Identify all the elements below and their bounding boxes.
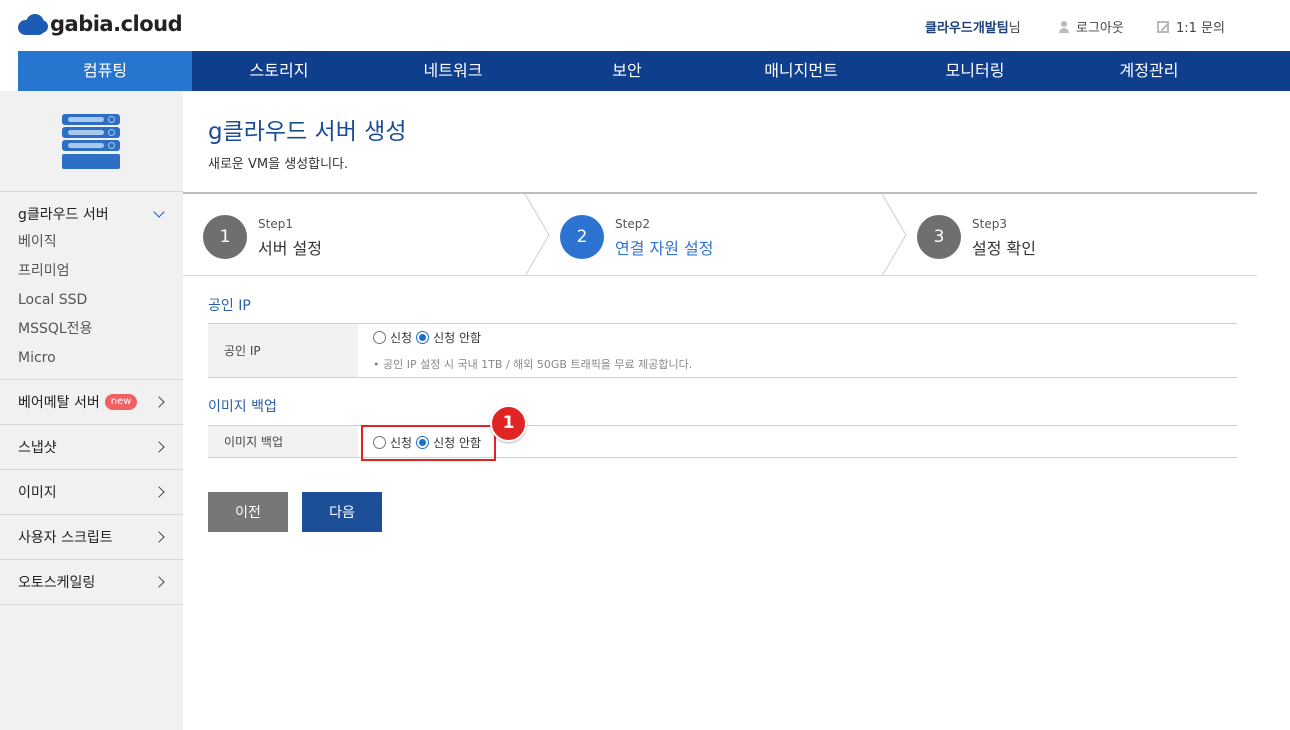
page-description: 새로운 VM을 생성합니다.	[208, 157, 349, 172]
sidebar-hero	[0, 91, 183, 192]
sidebar-head-label: 오토스케일링	[18, 575, 96, 591]
sidebar-head-label: 이미지	[18, 485, 57, 501]
sidebar-head-autoscaling[interactable]: 오토스케일링	[0, 560, 183, 604]
gabia-cloud-logo[interactable]: gabia.cloud	[18, 11, 183, 37]
public-ip-note: • 공인 IP 설정 시 국내 1TB / 해외 50GB 트래픽을 무료 제공…	[373, 358, 693, 371]
sidebar-item-basic[interactable]: 베이직	[18, 228, 183, 257]
chevron-down-icon	[153, 206, 165, 218]
sidebar-head-label-wrap: 베어메탈 서버 new	[18, 392, 138, 412]
page-title: g클라우드 서버 생성	[208, 119, 407, 145]
sidebar-item-mssql[interactable]: MSSQL전용	[18, 315, 183, 344]
sidebar-group-autoscaling: 오토스케일링	[0, 560, 183, 605]
sidebar-head-label: 베어메탈 서버	[18, 395, 100, 411]
sidebar-head-image[interactable]: 이미지	[0, 470, 183, 514]
logo-text: gabia.cloud	[50, 12, 183, 36]
sidebar-group-image: 이미지	[0, 470, 183, 515]
main-nav: 컴퓨팅 스토리지 네트워크 보안 매니지먼트 모니터링 계정관리	[18, 51, 1290, 91]
sidebar-item-local-ssd[interactable]: Local SSD	[18, 286, 183, 315]
annotation-highlight-box	[361, 425, 496, 461]
logout-link[interactable]: 로그아웃	[1058, 17, 1124, 36]
sidebar-group-gcloud-server: g클라우드 서버 베이직 프리미엄 Local SSD MSSQL전용 Micr…	[0, 192, 183, 380]
inquiry-label: 1:1 문의	[1176, 21, 1225, 36]
sidebar-head-label: 스냅샷	[18, 440, 57, 456]
sidebar-group-snapshot: 스냅샷	[0, 425, 183, 470]
server-icon	[62, 114, 120, 169]
next-button[interactable]: 다음	[302, 492, 382, 532]
section-title-public-ip: 공인 IP	[208, 298, 251, 314]
step-caption: Step1	[258, 217, 293, 231]
public-ip-row: 공인 IP 신청 신청 안함 • 공인 IP 설정 시 국내 1TB / 해외 …	[208, 323, 1237, 378]
user-name: 클라우드개발팀	[925, 21, 1009, 36]
step-caption: Step3	[972, 217, 1007, 231]
chevron-right-icon	[153, 486, 165, 498]
step-caption: Step2	[615, 217, 650, 231]
section-title-image-backup: 이미지 백업	[208, 399, 277, 415]
nav-account[interactable]: 계정관리	[1062, 51, 1236, 91]
radio-label: 신청	[390, 331, 413, 345]
sidebar-item-premium[interactable]: 프리미엄	[18, 257, 183, 286]
nav-management[interactable]: 매니지먼트	[714, 51, 888, 91]
annotation-marker: 1	[490, 405, 527, 442]
user-icon	[1058, 20, 1070, 33]
sidebar-head-snapshot[interactable]: 스냅샷	[0, 425, 183, 469]
stepper: 1 Step1 서버 설정 2 Step2 연결 자원 설정 3 Step3 설…	[183, 192, 1257, 276]
sidebar-head-label: g클라우드 서버	[18, 207, 109, 223]
inquiry-link[interactable]: 1:1 문의	[1157, 17, 1225, 36]
nav-network[interactable]: 네트워크	[366, 51, 540, 91]
logout-label: 로그아웃	[1076, 21, 1124, 36]
sidebar-group-user-script: 사용자 스크립트	[0, 515, 183, 560]
public-ip-cell: 신청 신청 안함 • 공인 IP 설정 시 국내 1TB / 해외 50GB 트…	[358, 324, 1237, 377]
step-label: 설정 확인	[972, 239, 1036, 258]
public-ip-radio-apply[interactable]	[373, 331, 386, 344]
image-backup-label: 이미지 백업	[208, 426, 358, 457]
sidebar-head-baremetal[interactable]: 베어메탈 서버 new	[0, 380, 183, 424]
chevron-right-icon	[153, 396, 165, 408]
sidebar-group-baremetal: 베어메탈 서버 new	[0, 380, 183, 425]
chevron-right-icon	[153, 576, 165, 588]
sidebar: g클라우드 서버 베이직 프리미엄 Local SSD MSSQL전용 Micr…	[0, 91, 183, 730]
public-ip-radio-group: 신청 신청 안함	[373, 329, 1237, 346]
step-1: 1 Step1 서버 설정	[183, 194, 523, 276]
new-badge: new	[104, 394, 138, 410]
nav-computing[interactable]: 컴퓨팅	[18, 51, 192, 91]
step-number: 2	[560, 215, 604, 259]
sidebar-head-user-script[interactable]: 사용자 스크립트	[0, 515, 183, 559]
step-label: 서버 설정	[258, 239, 322, 258]
sidebar-sublist: 베이직 프리미엄 Local SSD MSSQL전용 Micro	[0, 228, 183, 379]
edit-icon	[1157, 20, 1169, 33]
step-3: 3 Step3 설정 확인	[897, 194, 1237, 276]
step-number: 3	[917, 215, 961, 259]
sidebar-item-micro[interactable]: Micro	[18, 344, 183, 373]
prev-button[interactable]: 이전	[208, 492, 288, 532]
top-header: gabia.cloud 클라우드개발팀 님 로그아웃 1:1 문의	[0, 0, 1290, 51]
step-label: 연결 자원 설정	[615, 239, 714, 258]
nav-monitoring[interactable]: 모니터링	[888, 51, 1062, 91]
cloud-logo-icon	[18, 11, 48, 37]
user-greeting: 클라우드개발팀 님	[925, 17, 1021, 36]
chevron-right-icon	[153, 441, 165, 453]
public-ip-label: 공인 IP	[208, 324, 358, 377]
step-2: 2 Step2 연결 자원 설정	[540, 194, 880, 276]
nav-security[interactable]: 보안	[540, 51, 714, 91]
nav-storage[interactable]: 스토리지	[192, 51, 366, 91]
chevron-right-icon	[153, 531, 165, 543]
radio-label: 신청 안함	[433, 331, 482, 345]
public-ip-radio-none[interactable]	[416, 331, 430, 344]
user-suffix: 님	[1008, 21, 1021, 36]
sidebar-head-label: 사용자 스크립트	[18, 530, 113, 546]
step-number: 1	[203, 215, 247, 259]
